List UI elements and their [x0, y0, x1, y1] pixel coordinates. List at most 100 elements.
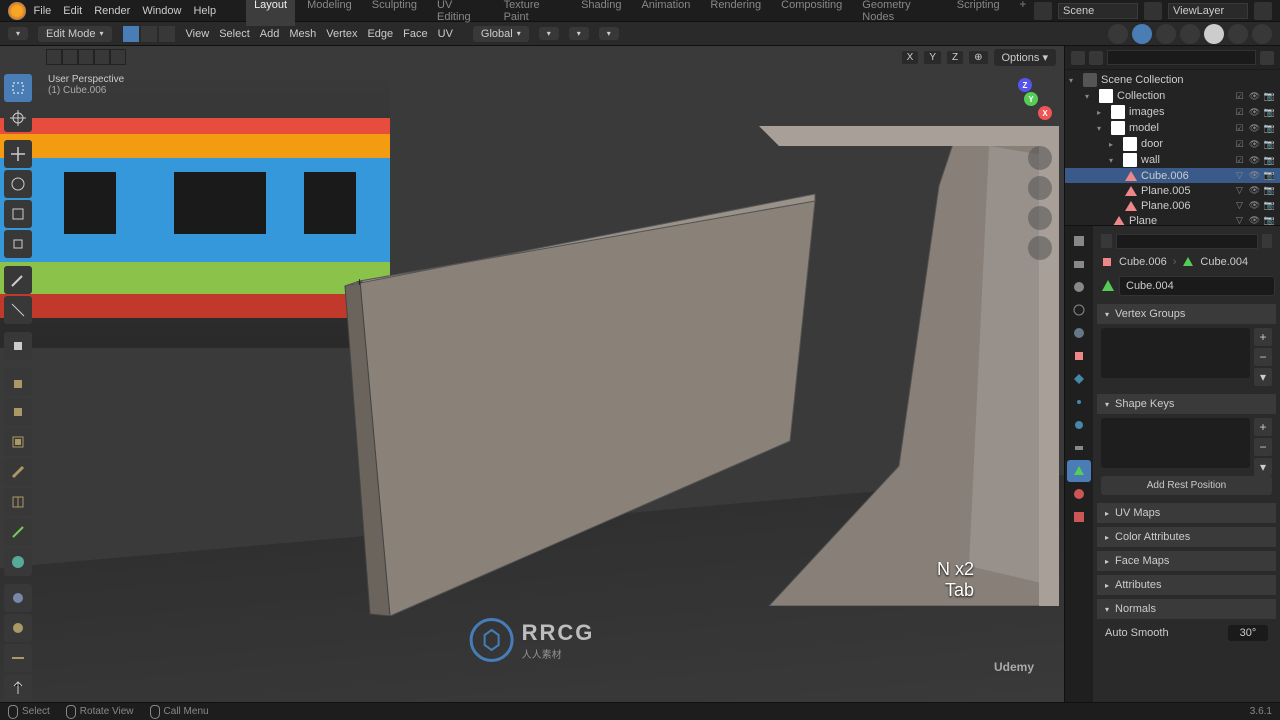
outliner-item-plane[interactable]: Plane ▽👁📷 [1065, 213, 1280, 226]
menu-face[interactable]: Face [403, 28, 427, 40]
outliner-item-plane006[interactable]: Plane.006 ▽👁📷 [1065, 198, 1280, 213]
shading-solid-icon[interactable] [1204, 24, 1224, 44]
prop-tab-object[interactable] [1067, 345, 1091, 367]
properties-search-input[interactable] [1116, 234, 1258, 249]
tab-sculpting[interactable]: Sculpting [364, 0, 425, 26]
menu-mesh[interactable]: Mesh [289, 28, 316, 40]
mirror-z-toggle[interactable]: Z [947, 51, 963, 64]
3d-viewport[interactable]: + X [0, 46, 1064, 702]
outliner-item-images[interactable]: ▸ images ☑👁📷 [1065, 104, 1280, 120]
face-select-mode[interactable] [158, 25, 176, 43]
breadcrumb-object[interactable]: Cube.006 [1119, 256, 1167, 268]
pan-icon[interactable] [1028, 176, 1052, 200]
edge-slide-tool[interactable] [4, 644, 32, 672]
measure-tool[interactable] [4, 296, 32, 324]
inset-tool[interactable] [4, 428, 32, 456]
auto-smooth-value[interactable]: 30° [1228, 625, 1268, 641]
sel-mode-2[interactable] [62, 49, 78, 65]
tab-layout[interactable]: Layout [246, 0, 295, 26]
menu-edge[interactable]: Edge [367, 28, 393, 40]
tab-rendering[interactable]: Rendering [702, 0, 769, 26]
poly-build-tool[interactable] [4, 548, 32, 576]
prop-tab-constraints[interactable] [1067, 437, 1091, 459]
orientation-dropdown[interactable]: Global [473, 26, 529, 42]
gizmo-z-axis[interactable]: Z [1018, 78, 1032, 92]
menu-vertex[interactable]: Vertex [326, 28, 357, 40]
prop-filter-icon[interactable] [1262, 234, 1273, 248]
outliner-item-plane005[interactable]: Plane.005 ▽👁📷 [1065, 183, 1280, 198]
outliner-search-input[interactable] [1107, 50, 1256, 65]
tab-compositing[interactable]: Compositing [773, 0, 850, 26]
mesh-edit-mode-icon[interactable] [1108, 24, 1128, 44]
editor-type-dropdown[interactable] [8, 27, 28, 40]
add-rest-position-button[interactable]: Add Rest Position [1101, 476, 1272, 495]
outliner-view-icon[interactable] [1089, 51, 1103, 65]
spin-tool[interactable] [4, 584, 32, 612]
add-workspace-button[interactable]: + [1012, 0, 1034, 26]
color-attributes-header[interactable]: Color Attributes [1097, 527, 1276, 547]
vg-add-button[interactable]: + [1254, 328, 1272, 346]
snap-dropdown[interactable] [569, 27, 589, 40]
navigation-gizmo[interactable]: Z Y X [992, 78, 1052, 138]
annotate-tool[interactable] [4, 266, 32, 294]
shape-keys-header[interactable]: Shape Keys [1097, 394, 1276, 414]
outliner-item-model[interactable]: ▾ model ☑👁📷 [1065, 120, 1280, 136]
move-tool[interactable] [4, 140, 32, 168]
outliner-display-mode-icon[interactable] [1071, 51, 1085, 65]
prop-tab-material[interactable] [1067, 483, 1091, 505]
scene-name-input[interactable] [1058, 3, 1138, 19]
prop-tab-texture[interactable] [1067, 506, 1091, 528]
face-maps-header[interactable]: Face Maps [1097, 551, 1276, 571]
menu-edit[interactable]: Edit [63, 5, 82, 17]
vertex-groups-list[interactable] [1101, 328, 1250, 378]
vg-specials-button[interactable]: ▾ [1254, 368, 1272, 386]
sel-mode-1[interactable] [46, 49, 62, 65]
tab-scripting[interactable]: Scripting [949, 0, 1008, 26]
outliner-scene-collection[interactable]: ▾ Scene Collection [1065, 72, 1280, 88]
tab-uv-editing[interactable]: UV Editing [429, 0, 492, 26]
rotate-tool[interactable] [4, 170, 32, 198]
prop-tab-scene[interactable] [1067, 299, 1091, 321]
tab-geometry-nodes[interactable]: Geometry Nodes [854, 0, 944, 26]
shading-material-icon[interactable] [1228, 24, 1248, 44]
shading-rendered-icon[interactable] [1252, 24, 1272, 44]
prop-tab-world[interactable] [1067, 322, 1091, 344]
menu-file[interactable]: File [34, 5, 52, 17]
edge-select-mode[interactable] [140, 25, 158, 43]
gizmo-x-axis[interactable]: X [1038, 106, 1052, 120]
breadcrumb-data[interactable]: Cube.004 [1200, 256, 1248, 268]
zoom-icon[interactable] [1028, 146, 1052, 170]
mirror-x-toggle[interactable]: X [902, 51, 919, 64]
options-dropdown[interactable]: Options ▾ [994, 49, 1057, 66]
bevel-tool[interactable] [4, 458, 32, 486]
scale-tool[interactable] [4, 200, 32, 228]
prop-options-icon[interactable] [1101, 234, 1112, 248]
prop-tab-mesh-data[interactable] [1067, 460, 1091, 482]
loop-cut-tool[interactable] [4, 488, 32, 516]
gizmo-y-axis[interactable]: Y [1024, 92, 1038, 106]
xray-toggle-icon[interactable] [1156, 24, 1176, 44]
outliner-item-cube006[interactable]: Cube.006 ▽👁📷 [1065, 168, 1280, 183]
menu-add[interactable]: Add [260, 28, 280, 40]
auto-merge-icon[interactable]: ⊕ [969, 51, 987, 64]
cursor-tool[interactable] [4, 104, 32, 132]
scene-icon[interactable] [1034, 2, 1052, 20]
shape-keys-list[interactable] [1101, 418, 1250, 468]
sk-remove-button[interactable]: − [1254, 438, 1272, 456]
prop-tab-viewlayer[interactable] [1067, 276, 1091, 298]
extrude-manifold-tool[interactable] [4, 398, 32, 426]
menu-view[interactable]: View [186, 28, 210, 40]
mesh-name-input[interactable] [1119, 276, 1275, 296]
prop-tab-modifiers[interactable] [1067, 368, 1091, 390]
vertex-select-mode[interactable] [122, 25, 140, 43]
overlay-toggle-icon[interactable] [1132, 24, 1152, 44]
add-cube-tool[interactable] [4, 332, 32, 360]
mode-dropdown[interactable]: Edit Mode [38, 26, 112, 42]
select-box-tool[interactable] [4, 74, 32, 102]
sk-add-button[interactable]: + [1254, 418, 1272, 436]
smooth-tool[interactable] [4, 614, 32, 642]
tab-modeling[interactable]: Modeling [299, 0, 360, 26]
viewlayer-icon[interactable] [1144, 2, 1162, 20]
prop-tab-physics[interactable] [1067, 414, 1091, 436]
vg-remove-button[interactable]: − [1254, 348, 1272, 366]
